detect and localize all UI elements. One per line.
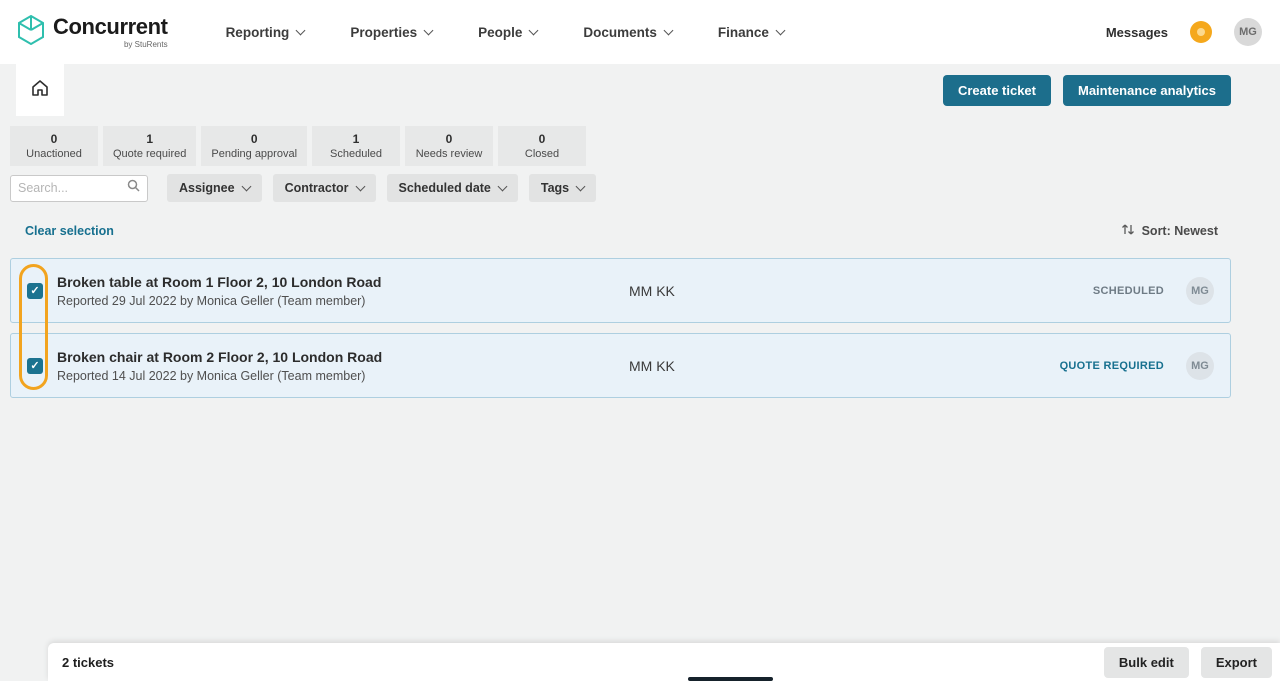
bulk-edit-button[interactable]: Bulk edit: [1104, 647, 1189, 678]
ticket-title: Broken table at Room 1 Floor 2, 10 Londo…: [57, 274, 629, 290]
search-input[interactable]: [18, 181, 127, 195]
chevron-down-icon: [775, 25, 785, 35]
home-tab[interactable]: [16, 64, 64, 116]
dropdown-label: Contractor: [285, 181, 349, 195]
filter-row: Assignee Contractor Scheduled date Tags: [0, 166, 1280, 202]
bulk-action-bar: 2 tickets Bulk edit Export: [48, 643, 1280, 681]
maintenance-analytics-button[interactable]: Maintenance analytics: [1063, 75, 1231, 106]
messages-link[interactable]: Messages: [1106, 25, 1168, 40]
sort-control[interactable]: Sort: Newest: [1121, 222, 1218, 240]
home-icon: [31, 79, 49, 102]
chip-count: 0: [20, 132, 88, 146]
ticket-tags: MM KK: [629, 358, 675, 374]
main-nav: Reporting Properties People Documents Fi…: [226, 25, 784, 40]
chip-unactioned[interactable]: 0 Unactioned: [10, 126, 98, 166]
chevron-down-icon: [497, 181, 507, 191]
assignee-dropdown[interactable]: Assignee: [167, 174, 262, 202]
nav-item-people[interactable]: People: [478, 25, 537, 40]
nav-item-properties[interactable]: Properties: [350, 25, 432, 40]
search-box: [10, 175, 148, 202]
selected-count: 2 tickets: [62, 655, 114, 670]
chip-label: Scheduled: [322, 148, 390, 160]
list-controls: Clear selection Sort: Newest: [0, 222, 1280, 240]
ticket-status-badge: QUOTE REQUIRED: [1060, 360, 1164, 372]
clear-selection-link[interactable]: Clear selection: [25, 224, 114, 238]
tags-dropdown[interactable]: Tags: [529, 174, 596, 202]
footer-actions: Bulk edit Export: [1104, 647, 1272, 678]
chip-pending-approval[interactable]: 0 Pending approval: [201, 126, 307, 166]
tab-row: Create ticket Maintenance analytics: [0, 64, 1280, 116]
chip-count: 0: [211, 132, 297, 146]
chip-needs-review[interactable]: 0 Needs review: [405, 126, 493, 166]
ticket-title: Broken chair at Room 2 Floor 2, 10 Londo…: [57, 349, 629, 365]
chevron-down-icon: [296, 25, 306, 35]
export-button[interactable]: Export: [1201, 647, 1272, 678]
nav-right: Messages MG: [1106, 18, 1262, 46]
chevron-down-icon: [424, 25, 434, 35]
logo-icon: [18, 15, 44, 50]
assignee-avatar: MG: [1186, 352, 1214, 380]
search-icon: [127, 179, 140, 197]
chevron-down-icon: [576, 181, 586, 191]
ticket-main: Broken chair at Room 2 Floor 2, 10 Londo…: [57, 349, 629, 383]
ticket-row[interactable]: ✓ Broken chair at Room 2 Floor 2, 10 Lon…: [10, 333, 1231, 398]
chip-closed[interactable]: 0 Closed: [498, 126, 586, 166]
chip-count: 1: [322, 132, 390, 146]
scheduled-date-dropdown[interactable]: Scheduled date: [387, 174, 518, 202]
ticket-tags: MM KK: [629, 283, 675, 299]
ticket-main: Broken table at Room 1 Floor 2, 10 Londo…: [57, 274, 629, 308]
ticket-status-badge: SCHEDULED: [1093, 285, 1164, 297]
create-ticket-button[interactable]: Create ticket: [943, 75, 1051, 106]
chip-scheduled[interactable]: 1 Scheduled: [312, 126, 400, 166]
help-widget-icon[interactable]: [1190, 21, 1212, 43]
ticket-checkbox[interactable]: ✓: [27, 283, 43, 299]
ticket-checkbox[interactable]: ✓: [27, 358, 43, 374]
ticket-reported: Reported 14 Jul 2022 by Monica Geller (T…: [57, 369, 629, 383]
brand-logo[interactable]: Concurrent by StuRents: [18, 15, 168, 50]
chip-label: Quote required: [113, 148, 186, 160]
chip-label: Pending approval: [211, 148, 297, 160]
nav-item-finance[interactable]: Finance: [718, 25, 784, 40]
chip-quote-required[interactable]: 1 Quote required: [103, 126, 196, 166]
chevron-down-icon: [663, 25, 673, 35]
dropdown-label: Scheduled date: [399, 181, 491, 195]
dropdown-label: Assignee: [179, 181, 235, 195]
ticket-reported: Reported 29 Jul 2022 by Monica Geller (T…: [57, 294, 629, 308]
chip-label: Unactioned: [20, 148, 88, 160]
assignee-avatar: MG: [1186, 277, 1214, 305]
nav-item-reporting[interactable]: Reporting: [226, 25, 305, 40]
user-avatar[interactable]: MG: [1234, 18, 1262, 46]
brand-name: Concurrent: [53, 16, 168, 38]
chip-count: 0: [508, 132, 576, 146]
dropdown-label: Tags: [541, 181, 569, 195]
nav-item-documents[interactable]: Documents: [583, 25, 672, 40]
nav-item-label: People: [478, 25, 522, 40]
sort-label: Sort: Newest: [1142, 224, 1218, 238]
horizontal-scrollbar-thumb[interactable]: [688, 677, 773, 681]
contractor-dropdown[interactable]: Contractor: [273, 174, 376, 202]
chip-label: Needs review: [415, 148, 483, 160]
status-filter-chips: 0 Unactioned 1 Quote required 0 Pending …: [0, 116, 1280, 166]
chip-label: Closed: [508, 148, 576, 160]
nav-item-label: Finance: [718, 25, 769, 40]
top-navbar: Concurrent by StuRents Reporting Propert…: [0, 0, 1280, 64]
sort-arrows-icon: [1121, 222, 1135, 240]
nav-item-label: Properties: [350, 25, 417, 40]
chevron-down-icon: [355, 181, 365, 191]
tab-actions: Create ticket Maintenance analytics: [943, 75, 1231, 106]
nav-item-label: Documents: [583, 25, 657, 40]
chevron-down-icon: [529, 25, 539, 35]
chip-count: 1: [113, 132, 186, 146]
nav-item-label: Reporting: [226, 25, 290, 40]
chevron-down-icon: [241, 181, 251, 191]
ticket-row[interactable]: ✓ Broken table at Room 1 Floor 2, 10 Lon…: [10, 258, 1231, 323]
brand-byline: by StuRents: [124, 40, 168, 49]
chip-count: 0: [415, 132, 483, 146]
ticket-list: ✓ Broken table at Room 1 Floor 2, 10 Lon…: [10, 258, 1231, 398]
